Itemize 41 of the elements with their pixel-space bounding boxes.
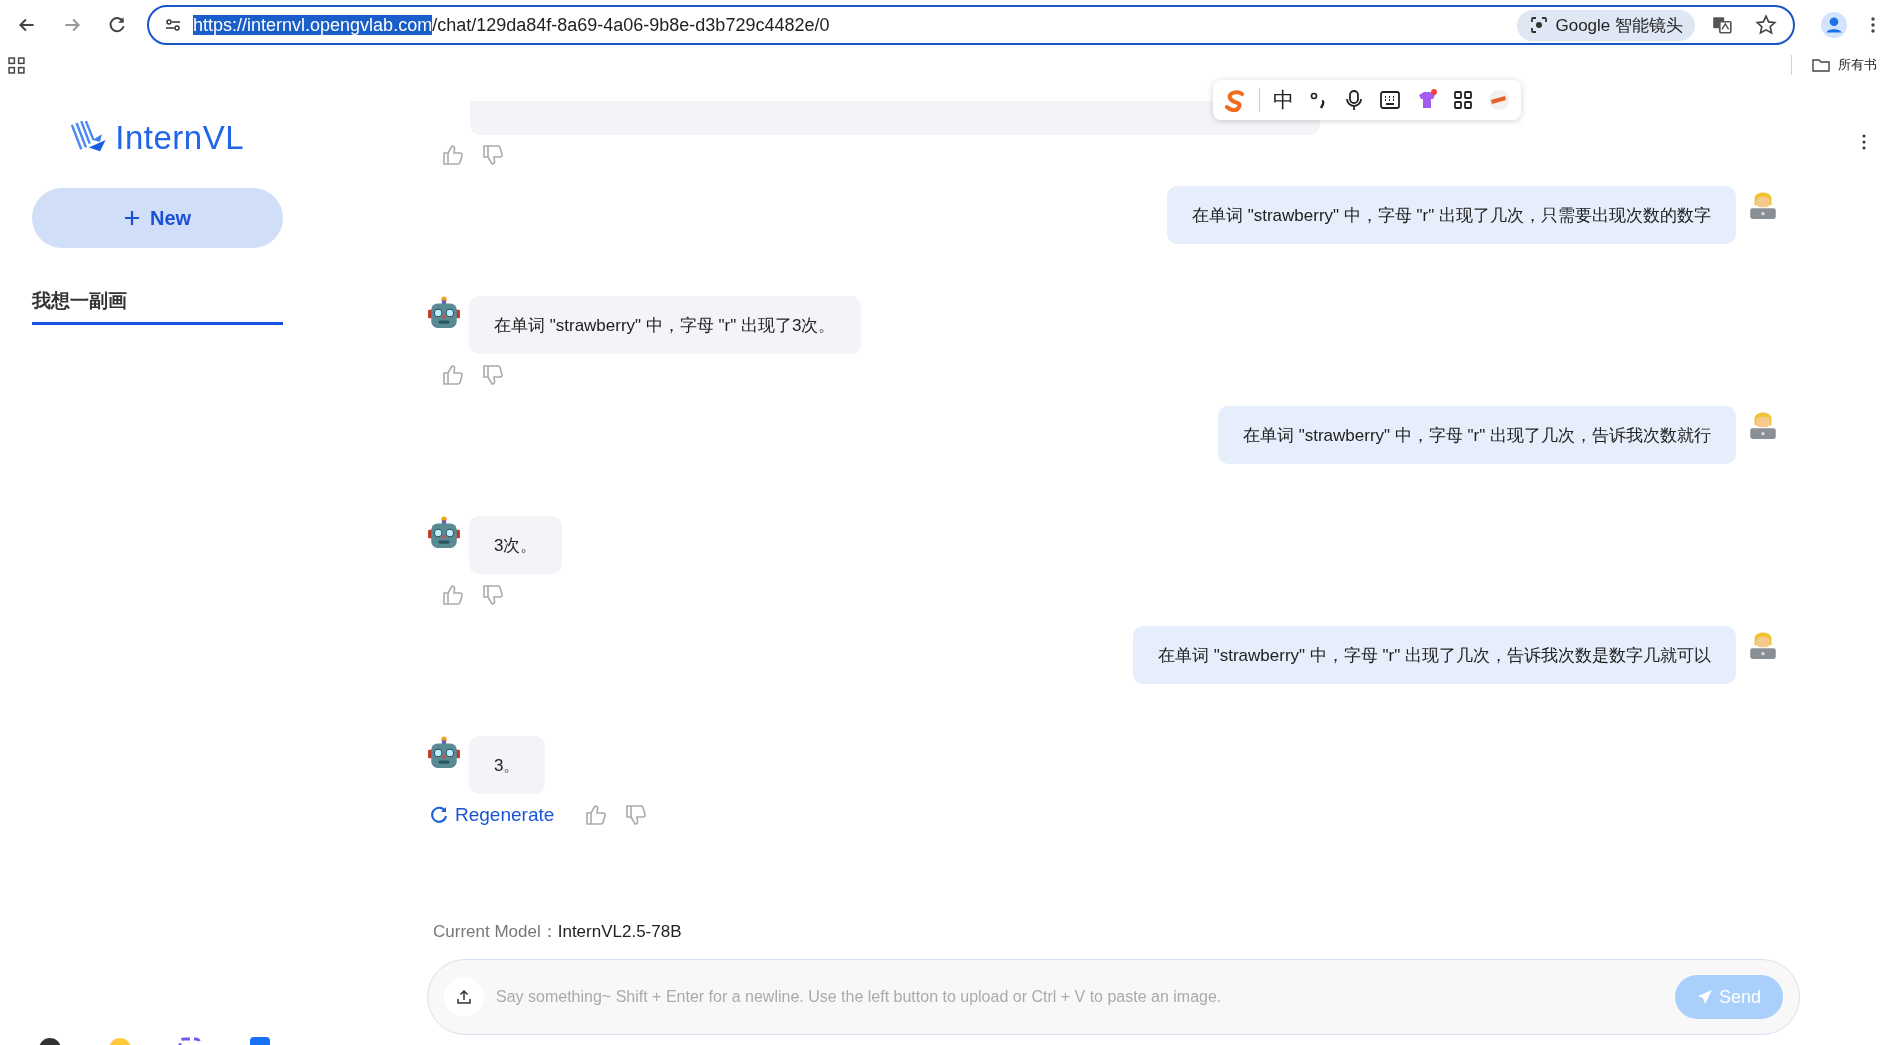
model-name: InternVL2.5-78B	[557, 921, 682, 942]
lens-button[interactable]: Google 智能镜头	[1517, 9, 1695, 41]
apps-icon[interactable]	[8, 56, 25, 74]
thumbs-up-icon[interactable]	[584, 803, 609, 827]
thumbs-up-icon[interactable]	[441, 143, 465, 167]
lens-icon	[1529, 15, 1550, 35]
assistant-message: 在单词 "strawberry" 中，字母 "r" 出现了3次。	[469, 296, 861, 354]
input-mode-toggle[interactable]: 中	[1272, 86, 1294, 114]
regenerate-button[interactable]: Regenerate	[429, 804, 555, 826]
conversation-tab[interactable]: 我想一副画	[32, 288, 283, 325]
robot-avatar-icon	[427, 516, 461, 550]
thumbs-up-icon[interactable]	[441, 583, 465, 607]
thumbs-down-icon[interactable]	[481, 143, 505, 167]
thumbs-up-icon[interactable]	[441, 363, 465, 387]
plus-icon	[123, 210, 140, 226]
new-chat-button[interactable]: New	[32, 188, 283, 248]
assistant-message: 3次。	[469, 516, 563, 574]
robot-avatar-icon	[427, 736, 461, 770]
more-options-icon[interactable]	[1861, 132, 1867, 152]
menu-icon[interactable]	[1869, 15, 1877, 35]
upload-button[interactable]	[444, 977, 484, 1017]
user-message: 在单词 "strawberry" 中，字母 "r" 出现了几次，告诉我次数是数字几就可以	[1132, 626, 1736, 684]
thumbs-down-icon[interactable]	[481, 363, 505, 387]
assistant-message: 3。	[469, 736, 546, 794]
keyboard-icon[interactable]	[1378, 88, 1403, 112]
profile-icon[interactable]	[1821, 12, 1847, 38]
star-icon[interactable]	[1755, 14, 1777, 36]
current-model-label: Current Model：	[433, 921, 558, 943]
paper-plane-icon	[1696, 989, 1713, 1005]
translate-icon[interactable]	[1711, 14, 1733, 36]
user-message: 在单词 "strawberry" 中，字母 "r" 出现了几次，告诉我次数就行	[1217, 406, 1736, 464]
folder-icon	[1812, 58, 1830, 72]
thumbs-down-icon[interactable]	[624, 803, 649, 827]
logo: InternVL	[70, 118, 244, 158]
user-message: 在单词 "strawberry" 中，字母 "r" 出现了几次，只需要出现次数的数字	[1166, 186, 1736, 244]
bookmarks-folder[interactable]: 所有书	[1812, 56, 1877, 74]
sogou-logo-icon[interactable]	[1223, 88, 1247, 112]
robot-avatar-icon	[427, 296, 461, 330]
thumbs-down-icon[interactable]	[481, 583, 505, 607]
refresh-icon	[429, 805, 449, 825]
upload-icon	[456, 989, 472, 1005]
